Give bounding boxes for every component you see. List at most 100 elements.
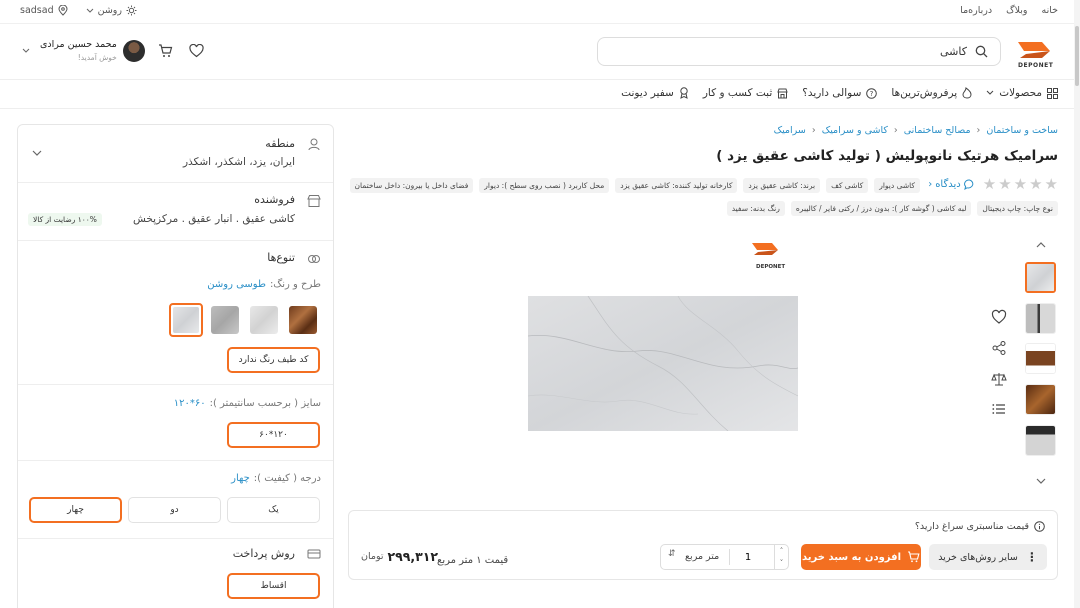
star-icon[interactable]: ★ <box>983 177 996 192</box>
star-icon[interactable]: ★ <box>998 177 1011 192</box>
better-price-link[interactable]: قیمت مناسبتری سراغ دارید؟ <box>915 521 1045 532</box>
grid-icon <box>1047 87 1058 99</box>
fire-icon <box>962 87 972 99</box>
user-pin-icon <box>308 138 320 151</box>
list-icon[interactable] <box>991 401 1007 417</box>
reviews-link[interactable]: دیدگاه ‹ <box>928 179 975 190</box>
unit-selector-icon[interactable]: ⇵ <box>668 549 676 559</box>
other-purchase-methods-label: سایر روش‌های خرید <box>938 551 1018 563</box>
nav-items: محصولات پرفروش‌ترین‌ها ? سوالی دارید؟ ثب… <box>621 87 1058 99</box>
swatch-grey[interactable] <box>211 306 239 334</box>
nav-register-business[interactable]: ثبت کسب و کار <box>703 87 788 99</box>
grade-line: درجه ( کیفیت ): چهار <box>231 473 321 484</box>
breadcrumb-item[interactable]: مصالح ساختمانی <box>904 125 971 136</box>
star-icon[interactable]: ★ <box>1014 177 1027 192</box>
attribute-chip: رنگ بدنه: سفید <box>726 201 785 216</box>
grade-option-one[interactable]: یک <box>227 497 320 523</box>
grade-option-four[interactable]: چهار <box>29 497 122 523</box>
search-input[interactable] <box>667 45 967 58</box>
product-main-image[interactable] <box>527 295 799 432</box>
nav-products[interactable]: محصولات <box>986 87 1058 99</box>
thumbnail[interactable] <box>1025 425 1056 456</box>
nav-products-label: محصولات <box>999 87 1042 99</box>
payment-installments-option[interactable]: اقساط <box>227 573 320 599</box>
search-box[interactable] <box>597 37 1001 66</box>
thumbnail[interactable] <box>1025 262 1056 293</box>
swatch-light[interactable] <box>250 306 278 334</box>
other-purchase-methods-button[interactable]: ⋮ سایر روش‌های خرید <box>929 544 1047 570</box>
top-link-blog[interactable]: وبلاگ <box>1006 5 1027 16</box>
info-icon <box>1034 521 1045 532</box>
user-greeting: خوش آمدید! <box>77 53 117 62</box>
scrollbar-track[interactable] <box>1074 0 1080 608</box>
breadcrumb-item[interactable]: ساخت و ساختمان <box>986 125 1058 136</box>
theme-label: روشن <box>97 5 122 16</box>
swatch-brown[interactable] <box>289 306 317 334</box>
avatar[interactable] <box>122 39 145 62</box>
location-selector[interactable]: sadsad <box>20 5 68 16</box>
thumbnail[interactable] <box>1025 343 1056 374</box>
top-link-about[interactable]: درباره‌ما <box>960 5 992 16</box>
breadcrumb-item[interactable]: کاشی و سرامیک <box>822 125 888 136</box>
breadcrumb-item[interactable]: سرامیک <box>774 125 806 136</box>
chevron-down-icon[interactable] <box>1034 474 1048 488</box>
nav-questions[interactable]: ? سوالی دارید؟ <box>802 87 878 99</box>
theme-toggle[interactable]: روشن <box>86 5 137 16</box>
star-icon[interactable]: ★ <box>1029 177 1042 192</box>
reviews-label: دیدگاه <box>935 179 961 190</box>
thumbnail[interactable] <box>1025 384 1056 415</box>
chevron-down-icon <box>86 8 93 13</box>
heart-icon[interactable] <box>189 44 204 58</box>
cart-icon[interactable] <box>158 44 173 58</box>
region-section[interactable]: منطقه ایران، یزد، اشکذر، اشکذر <box>18 125 333 183</box>
grade-label: درجه ( کیفیت ): <box>253 473 321 484</box>
chevron-up-icon[interactable] <box>1034 238 1048 252</box>
attribute-chips-row2: نوع چاپ: چاپ دیجیتال لبه کاشی ( گوشه کار… <box>726 201 1058 216</box>
top-link-home[interactable]: خانه <box>1041 5 1058 16</box>
quantity-stepper[interactable]: ˄˅ متر مربع ⇵ <box>660 544 789 570</box>
region-title: منطقه <box>265 137 295 150</box>
top-links: خانه وبلاگ درباره‌ما <box>960 5 1058 16</box>
grade-option-two[interactable]: دو <box>128 497 221 523</box>
seller-title: فروشنده <box>254 193 295 206</box>
seller-value[interactable]: کاشی عقیق . انبار عقیق . مرکزپخش <box>133 213 295 225</box>
store-icon <box>307 195 321 207</box>
nav-bestsellers[interactable]: پرفروش‌ترین‌ها <box>891 87 972 99</box>
star-icon[interactable]: ★ <box>1045 177 1058 192</box>
price-currency: تومان <box>361 551 384 562</box>
image-brand-logo: DEPONET <box>748 240 792 270</box>
size-value: ۶۰*۱۲۰ <box>173 398 206 409</box>
medal-icon <box>680 87 688 99</box>
add-to-cart-label: افزودن به سبد خرید <box>802 551 901 563</box>
better-price-label: قیمت مناسبتری سراغ دارید؟ <box>914 521 1029 532</box>
top-left-controls: sadsad روشن <box>20 5 137 16</box>
share-icon[interactable] <box>991 340 1007 356</box>
price-value: ۲۹۹,۳۱۲ <box>387 549 439 564</box>
comment-icon <box>963 179 974 190</box>
top-strip: خانه وبلاگ درباره‌ما sadsad روشن <box>0 0 1080 24</box>
logo-text: DEPONET <box>1018 62 1054 69</box>
svg-text:?: ? <box>870 90 874 98</box>
attribute-chip: کاشی دیوار <box>874 178 920 193</box>
stepper-arrows[interactable]: ˄ ˅ <box>774 545 788 569</box>
nav-ambassador[interactable]: سفیر دیونت <box>621 87 689 99</box>
quantity-input[interactable] <box>728 549 768 565</box>
add-to-cart-button[interactable]: افزودن به سبد خرید <box>801 544 921 570</box>
compare-icon[interactable] <box>991 371 1007 387</box>
heart-icon[interactable] <box>991 309 1007 325</box>
main-nav: محصولات پرفروش‌ترین‌ها ? سوالی دارید؟ ثب… <box>0 80 1080 109</box>
user-area[interactable]: محمد حسین مرادی خوش آمدید! <box>22 39 145 62</box>
chevron-down-icon[interactable] <box>32 150 42 157</box>
store-icon <box>777 88 788 98</box>
satisfaction-badge: ۱۰۰% رضایت از کالا <box>28 213 102 226</box>
scrollbar-thumb[interactable] <box>1075 26 1079 86</box>
deponet-logo[interactable]: DEPONET <box>1012 36 1058 72</box>
thumbnail[interactable] <box>1025 303 1056 334</box>
rating: ★ ★ ★ ★ ★ دیدگاه ‹ <box>928 177 1058 192</box>
size-option[interactable]: ۶۰*۱۲۰ <box>227 422 320 448</box>
swatch-light-grey-selected[interactable] <box>169 303 203 337</box>
location-icon <box>58 5 68 16</box>
color-value: طوسی روشن <box>207 279 266 290</box>
header: DEPONET محمد حسین مرادی خوش آمدید! <box>0 24 1080 80</box>
color-code-button[interactable]: کد طیف رنگ ندارد <box>227 347 320 373</box>
